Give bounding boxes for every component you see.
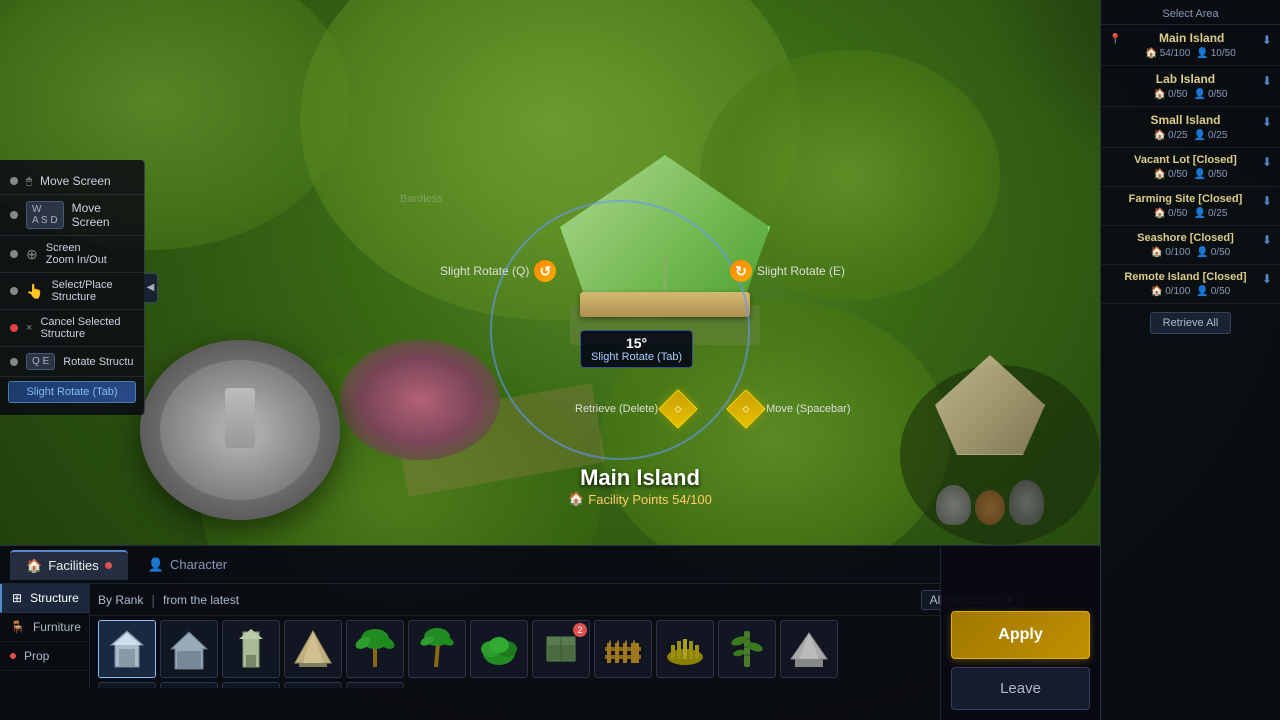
download-icon-small[interactable]: ⬇ — [1262, 115, 1272, 129]
structure-item-13[interactable] — [160, 682, 218, 688]
structure-item-2[interactable] — [222, 620, 280, 678]
sidebar-rotate-structure: Q E Rotate Structu — [0, 347, 144, 377]
island-stats-remote: 🏠0/100 👤0/50 — [1109, 286, 1272, 297]
action-buttons-panel: Apply Leave — [940, 545, 1100, 720]
structure-grid-icon: ⊞ — [12, 591, 22, 605]
island-stats-vacant: 🏠0/50 👤0/50 — [1109, 169, 1272, 180]
seashore-camp — [915, 355, 1065, 525]
structure-item-3[interactable] — [284, 620, 342, 678]
download-icon-main[interactable]: ⬇ — [1262, 33, 1272, 47]
furniture-icon: 🪑 — [10, 620, 25, 634]
sidebar-dot-4 — [10, 287, 18, 295]
structure-item-16[interactable] — [346, 682, 404, 688]
prop-dot — [10, 653, 16, 659]
structure-item-7[interactable]: 2 — [532, 620, 590, 678]
sub-tabs: By Rank | from the latest All Structures… — [0, 584, 90, 688]
island-entry-seashore[interactable]: Seashore [Closed] ⬇ 🏠0/100 👤0/50 — [1101, 226, 1280, 265]
structure-item-10[interactable] — [718, 620, 776, 678]
structure-item-5[interactable] — [408, 620, 466, 678]
rotate-left-label: Slight Rotate (Q) ↺ — [440, 260, 556, 282]
rotation-tooltip: 15° Slight Rotate (Tab) — [580, 330, 693, 368]
island-entry-farming[interactable]: Farming Site [Closed] ⬇ 🏠0/50 👤0/25 — [1101, 187, 1280, 226]
sidebar-dot-1 — [10, 177, 18, 185]
island-stats-seashore: 🏠0/100 👤0/50 — [1109, 247, 1272, 258]
leave-button[interactable]: Leave — [951, 667, 1090, 710]
sidebar-select-structure: 👆 Select/Place Structure — [0, 273, 144, 310]
structure-item-8[interactable] — [594, 620, 652, 678]
download-icon-remote[interactable]: ⬇ — [1262, 272, 1272, 286]
structure-item-4[interactable] — [346, 620, 404, 678]
island-entry-remote[interactable]: Remote Island [Closed] ⬇ 🏠0/100 👤0/50 — [1101, 265, 1280, 304]
right-panel-header: Select Area — [1101, 0, 1280, 25]
download-icon-farming[interactable]: ⬇ — [1262, 194, 1272, 208]
download-icon-lab[interactable]: ⬇ — [1262, 74, 1272, 88]
fountain-structure — [140, 340, 340, 520]
island-entry-lab[interactable]: Lab Island ⬇ 🏠0/50 👤0/50 — [1101, 66, 1280, 107]
download-icon-seashore[interactable]: ⬇ — [1262, 233, 1272, 247]
island-stats-farming: 🏠0/50 👤0/25 — [1109, 208, 1272, 219]
island-label: Main Island 🏠 Facility Points 54/100 — [568, 465, 712, 507]
structure-item-9[interactable] — [656, 620, 714, 678]
sidebar-move-screen-1: 🖱 Move Screen — [0, 168, 144, 195]
tab-character[interactable]: 👤 Character — [132, 551, 243, 579]
island-entry-small[interactable]: Small Island ⬇ 🏠0/25 👤0/25 — [1101, 107, 1280, 148]
location-pin-icon: 📍 — [1109, 34, 1121, 45]
structure-item-0[interactable] — [98, 620, 156, 678]
island-entry-main[interactable]: 📍 Main Island ⬇ 🏠54/100 👤10/50 — [1101, 25, 1280, 66]
item-badge-7: 2 — [573, 623, 587, 637]
island-entry-vacant[interactable]: Vacant Lot [Closed] ⬇ 🏠0/50 👤0/50 — [1101, 148, 1280, 187]
sub-tab-structure[interactable]: ⊞ Structure — [0, 584, 89, 613]
structure-item-12[interactable] — [98, 682, 156, 688]
island-stats-main: 🏠54/100 👤10/50 — [1109, 48, 1272, 59]
sub-tab-prop[interactable]: Prop — [0, 642, 89, 671]
tab-facilities[interactable]: 🏠 Facilities — [10, 550, 128, 580]
toolbar-separator: | — [151, 592, 155, 608]
facilities-dot — [105, 562, 112, 569]
right-panel: Select Area 📍 Main Island ⬇ 🏠54/100 👤10/… — [1100, 0, 1280, 720]
filter-label: from the latest — [163, 593, 239, 607]
flowers-decoration — [340, 340, 500, 460]
sidebar-dot-5 — [10, 324, 18, 332]
rotate-right-label: ↻ Slight Rotate (E) — [730, 260, 845, 282]
structure-item-6[interactable] — [470, 620, 528, 678]
sidebar-dot-6 — [10, 358, 18, 366]
sidebar-collapse-arrow[interactable]: ◀ — [144, 273, 158, 303]
sub-tab-furniture[interactable]: 🪑 Furniture — [0, 613, 89, 642]
sidebar-dot-3 — [10, 250, 18, 258]
sidebar-zoom: ⊕ ScreenZoom In/Out — [0, 236, 144, 273]
bottom-content: By Rank | from the latest All Structures… — [0, 584, 1100, 688]
facilities-building-icon: 🏠 — [26, 558, 42, 574]
retrieve-all-button[interactable]: Retrieve All — [1150, 312, 1232, 334]
character-person-icon: 👤 — [148, 557, 164, 573]
structure-item-14[interactable] — [222, 682, 280, 688]
apply-button[interactable]: Apply — [951, 611, 1090, 659]
structure-item-15[interactable] — [284, 682, 342, 688]
structure-item-11[interactable] — [780, 620, 838, 678]
sidebar-dot-2 — [10, 211, 18, 219]
action-buttons-overlay: Retrieve (Delete) ⬦ ⬦ Move (Spacebar) — [575, 395, 851, 423]
sidebar-move-screen-2: WA S D Move Screen — [0, 195, 144, 236]
sidebar-cancel-structure: × Cancel Selected Structure — [0, 310, 144, 347]
sort-label: By Rank — [98, 593, 143, 607]
island-stats-lab: 🏠0/50 👤0/50 — [1109, 89, 1272, 100]
download-icon-vacant[interactable]: ⬇ — [1262, 155, 1272, 169]
island-stats-small: 🏠0/25 👤0/25 — [1109, 130, 1272, 141]
structure-item-1[interactable] — [160, 620, 218, 678]
slight-rotate-highlight[interactable]: Slight Rotate (Tab) — [8, 381, 136, 403]
toolbar-row: By Rank | from the latest All Structures… — [90, 584, 1030, 616]
bottom-panel: 🏠 Facilities 👤 Character By Rank | from … — [0, 545, 1100, 720]
controls-sidebar: 🖱 Move Screen WA S D Move Screen ⊕ Scree… — [0, 160, 145, 415]
bottom-tabs: 🏠 Facilities 👤 Character — [0, 546, 1100, 584]
watermark: Bardless — [400, 193, 443, 205]
